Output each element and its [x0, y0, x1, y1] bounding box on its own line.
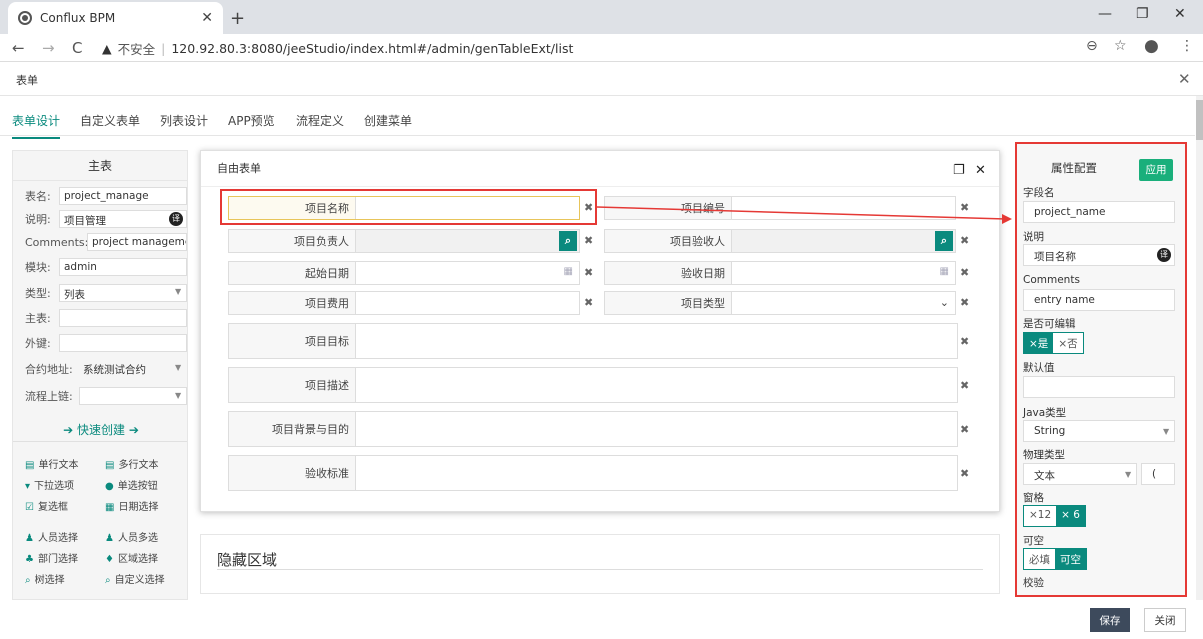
desc-input[interactable]: 项目名称: [1023, 244, 1175, 266]
java-type-select[interactable]: String: [1023, 420, 1175, 442]
validate-label: 校验: [1023, 577, 1044, 589]
phys-length-input[interactable]: (: [1141, 463, 1175, 485]
close-button[interactable]: 关闭: [1144, 608, 1186, 632]
nullable-option[interactable]: 可空: [1055, 549, 1086, 569]
nullable-toggle[interactable]: 必填 可空: [1023, 548, 1087, 570]
editable-label: 是否可编辑: [1023, 318, 1076, 330]
editable-yes-option[interactable]: ×是: [1024, 333, 1054, 353]
grid-12-option[interactable]: ×12: [1024, 506, 1056, 526]
desc-label: 说明: [1023, 231, 1044, 243]
grid-6-option[interactable]: × 6: [1056, 506, 1085, 526]
comments-label: Comments: [1023, 274, 1080, 286]
property-config-panel: 属性配置 应用 字段名 project_name 说明 项目名称 译 Comme…: [1015, 142, 1187, 597]
panel-title: 属性配置: [1051, 161, 1097, 175]
save-button[interactable]: 保存: [1090, 608, 1130, 632]
editable-toggle[interactable]: ×是 ×否: [1023, 332, 1084, 354]
chevron-down-icon: ▼: [1163, 427, 1170, 436]
phys-type-select[interactable]: 文本: [1023, 463, 1137, 485]
apply-button[interactable]: 应用: [1139, 159, 1173, 181]
chevron-down-icon: ▼: [1125, 470, 1132, 479]
page-scrollbar[interactable]: [1196, 96, 1203, 600]
hidden-area-title: 隐藏区域: [217, 551, 278, 569]
scrollbar-thumb[interactable]: [1196, 100, 1203, 140]
grid-toggle[interactable]: ×12 × 6: [1023, 505, 1086, 527]
comments-input[interactable]: entry name: [1023, 289, 1175, 311]
required-option[interactable]: 必填: [1024, 549, 1055, 569]
translate-badge-icon[interactable]: 译: [1157, 248, 1171, 262]
default-label: 默认值: [1023, 362, 1055, 374]
nullable-label: 可空: [1023, 535, 1044, 547]
field-name-label: 字段名: [1023, 187, 1055, 199]
editable-no-option[interactable]: ×否: [1053, 333, 1082, 353]
field-name-input[interactable]: project_name: [1023, 201, 1175, 223]
phys-type-label: 物理类型: [1023, 449, 1065, 461]
java-type-label: Java类型: [1023, 407, 1067, 419]
grid-label: 窗格: [1023, 492, 1044, 504]
default-input[interactable]: [1023, 376, 1175, 398]
hidden-area-section: 隐藏区域: [200, 534, 1000, 594]
divider: [217, 569, 983, 570]
